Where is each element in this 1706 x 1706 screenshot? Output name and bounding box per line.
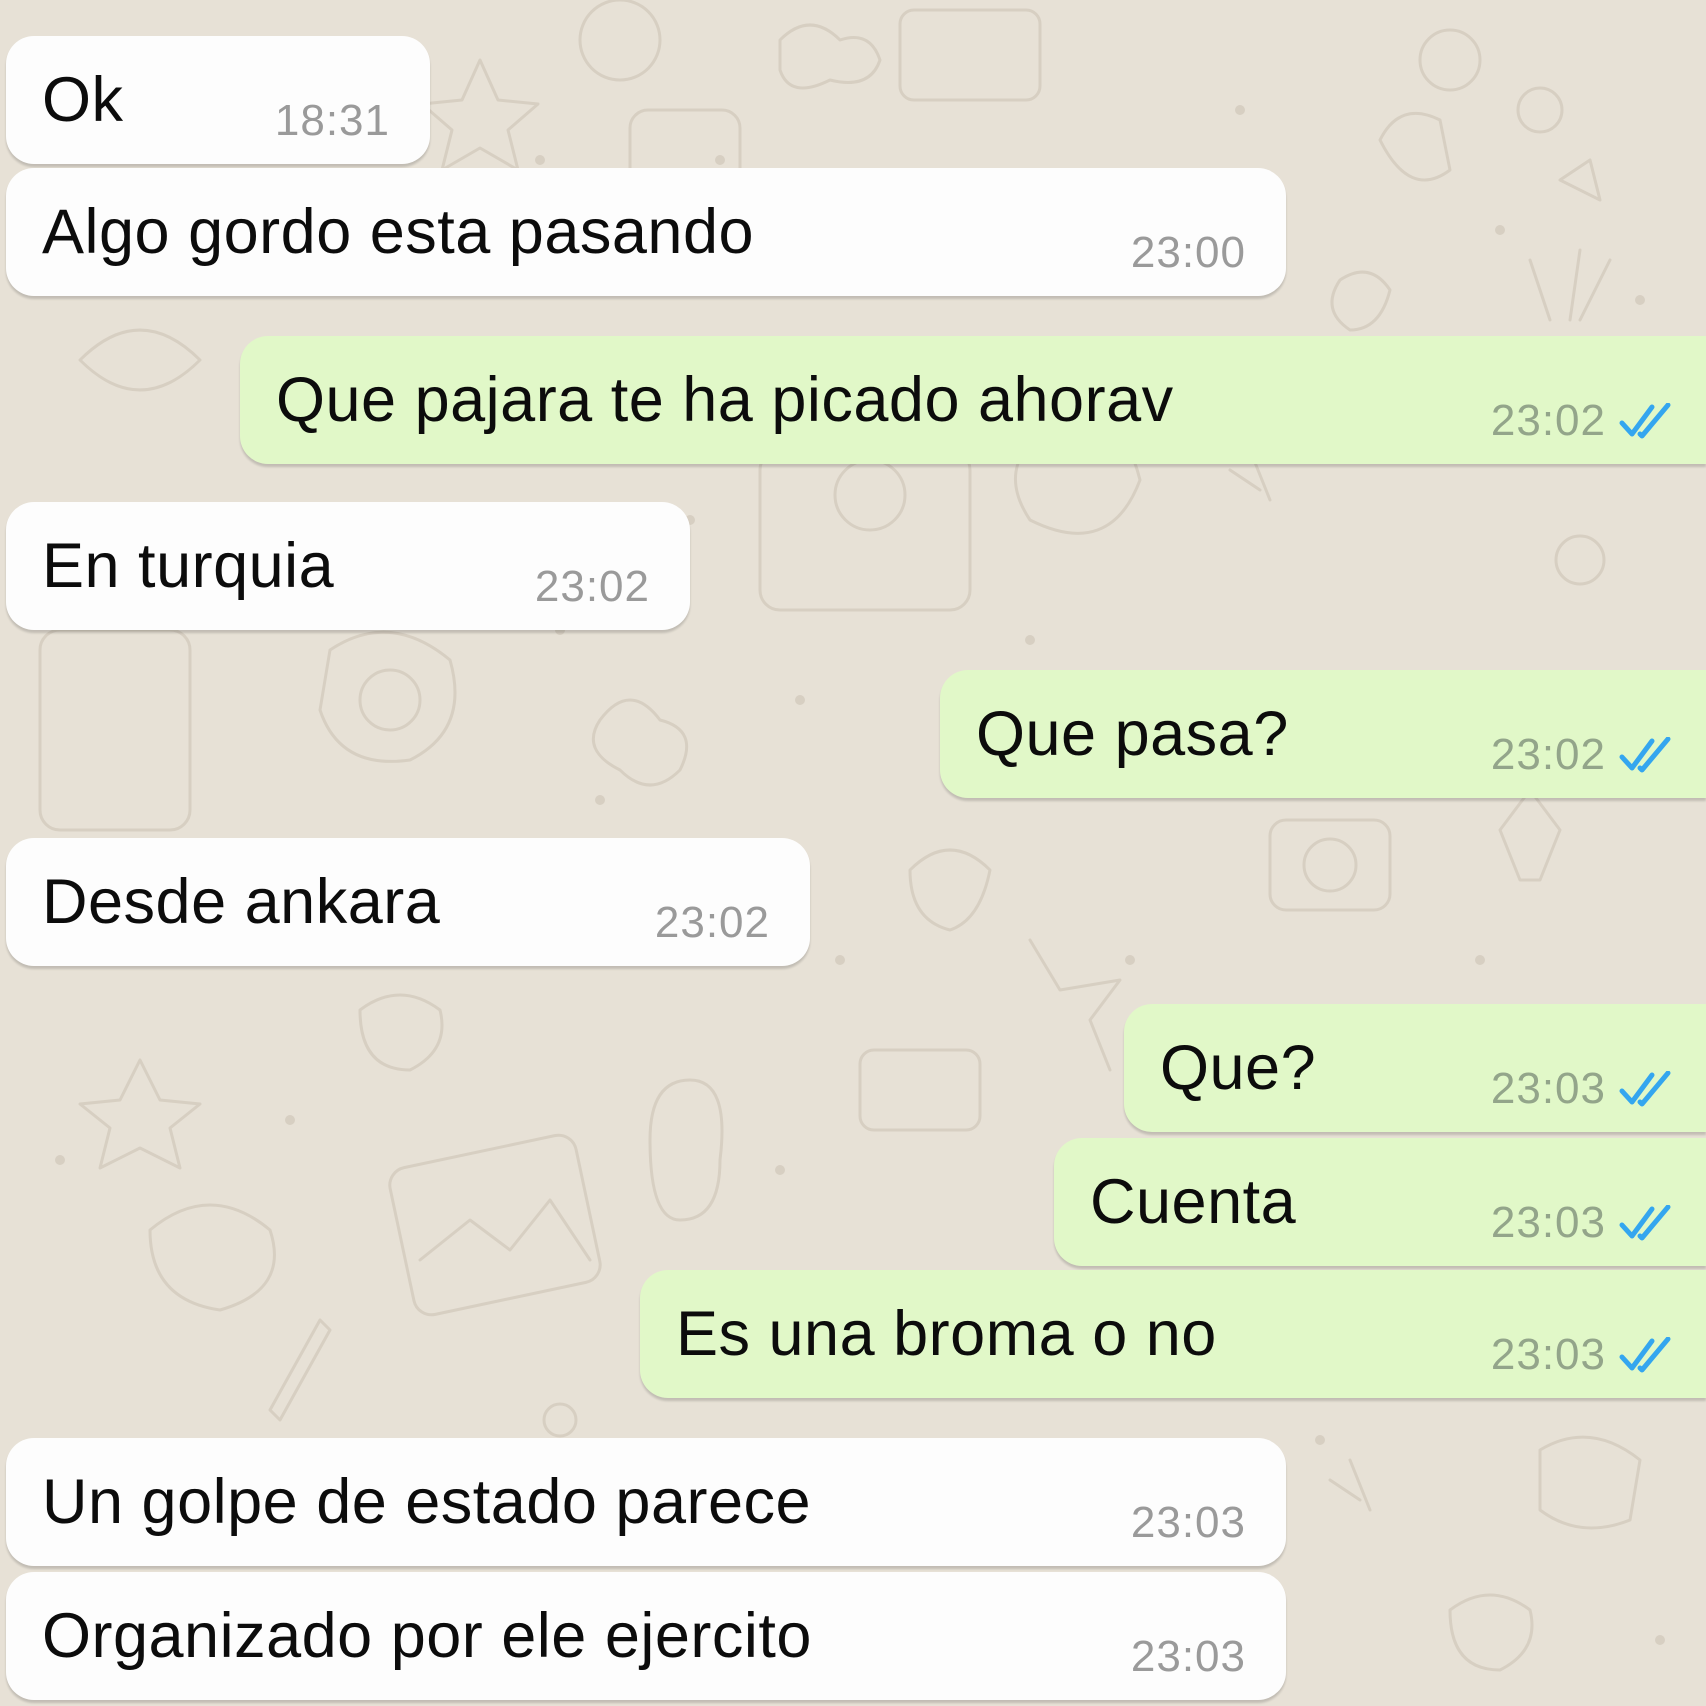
message-text: Es una broma o no: [676, 1299, 1217, 1369]
double-check-icon: [1619, 403, 1671, 439]
message-time: 23:02: [534, 562, 650, 611]
message-text: Que pajara te ha picado ahorav: [276, 365, 1174, 435]
incoming-message[interactable]: Algo gordo esta pasando 23:00: [6, 168, 1286, 296]
outgoing-message[interactable]: Que pajara te ha picado ahorav 23:02: [240, 336, 1706, 464]
message-meta: 23:02: [655, 898, 770, 948]
message-time: 18:31: [274, 96, 390, 145]
outgoing-message[interactable]: Es una broma o no 23:03: [640, 1270, 1706, 1398]
message-text: Un golpe de estado parece: [42, 1467, 812, 1537]
message-meta: 18:31: [275, 96, 390, 146]
message-meta: 23:03: [1491, 1330, 1680, 1380]
message-meta: 23:03: [1491, 1198, 1680, 1248]
message-time: 23:00: [1130, 228, 1246, 277]
message-meta: 23:02: [1491, 396, 1680, 446]
double-check-icon: [1619, 1205, 1671, 1241]
message-meta: 23:02: [535, 562, 650, 612]
incoming-message[interactable]: Ok 18:31: [6, 36, 430, 164]
outgoing-message[interactable]: Cuenta 23:03: [1054, 1138, 1706, 1266]
message-time: 23:03: [1130, 1498, 1246, 1547]
incoming-message[interactable]: Organizado por ele ejercito 23:03: [6, 1572, 1286, 1700]
message-time: 23:03: [1130, 1632, 1246, 1681]
message-time: 23:02: [1490, 396, 1606, 445]
message-text: En turquia: [42, 531, 335, 601]
outgoing-message[interactable]: Que? 23:03: [1124, 1004, 1706, 1132]
message-time: 23:03: [1490, 1064, 1606, 1113]
message-text: Organizado por ele ejercito: [42, 1601, 812, 1671]
message-time: 23:02: [1490, 730, 1606, 779]
message-text: Algo gordo esta pasando: [42, 197, 755, 267]
message-meta: 23:03: [1131, 1632, 1246, 1682]
message-text: Que?: [1160, 1033, 1317, 1103]
incoming-message[interactable]: Desde ankara 23:02: [6, 838, 810, 966]
double-check-icon: [1619, 1337, 1671, 1373]
message-meta: 23:03: [1491, 1064, 1680, 1114]
double-check-icon: [1619, 1071, 1671, 1107]
message-text: Que pasa?: [976, 699, 1289, 769]
message-list[interactable]: Ok 18:31 Algo gordo esta pasando 23:00 Q…: [0, 0, 1706, 1706]
message-text: Cuenta: [1090, 1167, 1297, 1237]
incoming-message[interactable]: Un golpe de estado parece 23:03: [6, 1438, 1286, 1566]
incoming-message[interactable]: En turquia 23:02: [6, 502, 690, 630]
message-meta: 23:03: [1131, 1498, 1246, 1548]
message-text: Ok: [42, 65, 124, 135]
message-meta: 23:02: [1491, 730, 1680, 780]
message-time: 23:03: [1490, 1330, 1606, 1379]
message-time: 23:02: [654, 898, 770, 947]
message-time: 23:03: [1490, 1198, 1606, 1247]
outgoing-message[interactable]: Que pasa? 23:02: [940, 670, 1706, 798]
double-check-icon: [1619, 737, 1671, 773]
message-text: Desde ankara: [42, 867, 441, 937]
message-meta: 23:00: [1131, 228, 1246, 278]
